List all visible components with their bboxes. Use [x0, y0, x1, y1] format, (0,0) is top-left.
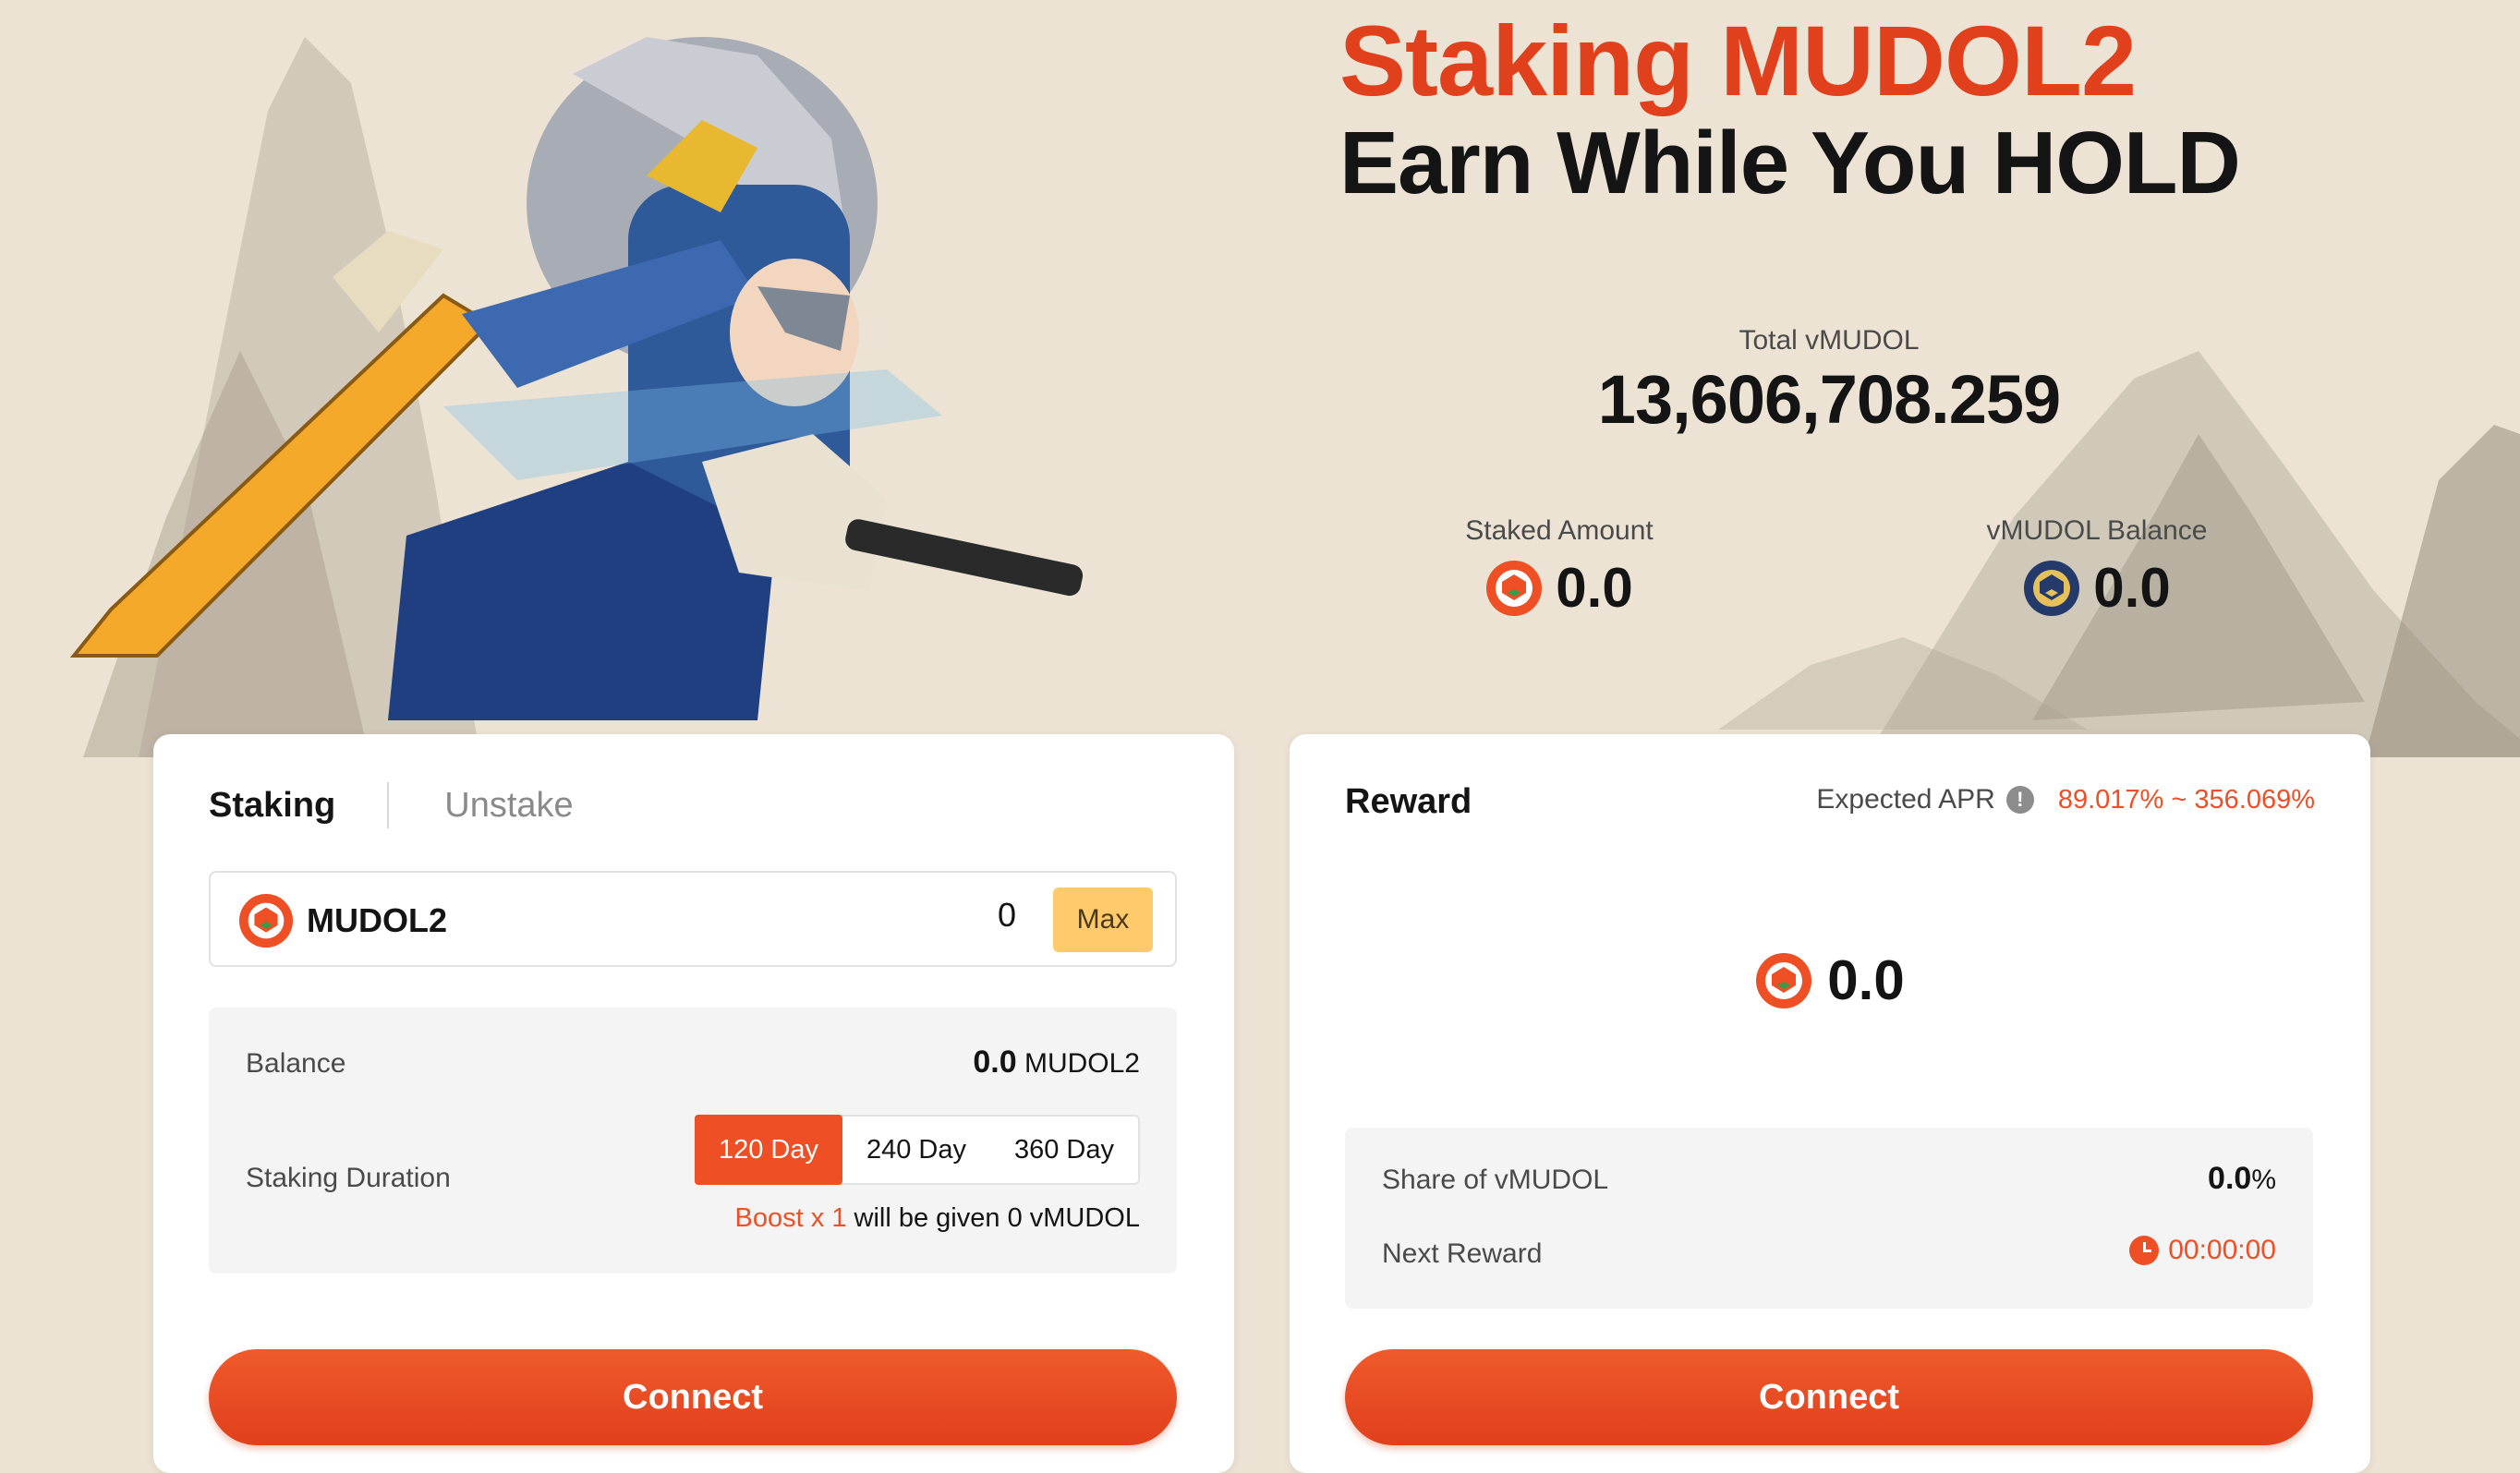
staking-tabs: Staking Unstake — [209, 782, 574, 828]
duration-option-120[interactable]: 120 Day — [695, 1115, 842, 1185]
reward-info-panel: Share of vMUDOL 0.0% Next Reward 00:00:0… — [1345, 1128, 2313, 1309]
max-button[interactable]: Max — [1053, 887, 1153, 952]
reward-amount: 0.0 — [1290, 948, 2370, 1012]
duration-option-360[interactable]: 360 Day — [990, 1117, 1138, 1183]
mudol-coin-icon — [1485, 560, 1543, 617]
duration-option-240[interactable]: 240 Day — [842, 1117, 990, 1183]
share-amount: 0.0 — [2208, 1161, 2252, 1196]
next-reward-value: 00:00:00 — [2129, 1235, 2276, 1266]
stake-amount-field: MUDOL2 Max — [209, 871, 1177, 967]
clock-icon — [2129, 1236, 2160, 1265]
total-vmudol: Total vMUDOL 13,606,708.259 — [1460, 325, 2199, 439]
warrior-character-artwork — [69, 37, 1084, 720]
staked-amount-label: Staked Amount — [1465, 515, 1654, 546]
staking-card: Staking Unstake MUDOL2 Max Balance 0.0 M… — [153, 734, 1234, 1473]
vmudol-coin-icon — [2023, 560, 2080, 617]
stake-amount-input[interactable] — [737, 895, 1018, 936]
staking-duration-label: Staking Duration — [246, 1163, 451, 1193]
reward-value: 0.0 — [1827, 949, 1905, 1011]
tab-staking[interactable]: Staking — [209, 786, 335, 826]
staked-amount-stat: Staked Amount 0.0 — [1365, 515, 1753, 620]
boost-note: Boost x 1 will be given 0 vMUDOL — [735, 1203, 1140, 1234]
share-value: 0.0% — [2208, 1161, 2276, 1197]
vmudol-balance-stat: vMUDOL Balance 0.0 — [1903, 515, 2291, 620]
expected-apr: Expected APR ! 89.017% ~ 356.069% — [1816, 784, 2315, 815]
share-unit: % — [2251, 1165, 2276, 1195]
title-line-earn: Earn While You HOLD — [1339, 113, 2241, 212]
next-reward-label: Next Reward — [1382, 1238, 1543, 1269]
reward-card: Reward Expected APR ! 89.017% ~ 356.069%… — [1290, 734, 2370, 1473]
boost-multiplier: Boost x 1 — [734, 1203, 847, 1233]
page-title: Staking MUDOL2 Earn While You HOLD — [1339, 5, 2241, 212]
share-label: Share of vMUDOL — [1382, 1165, 1609, 1195]
tab-unstake[interactable]: Unstake — [444, 786, 573, 826]
boost-text: will be given — [854, 1203, 1000, 1233]
staked-amount-value: 0.0 — [1556, 557, 1633, 619]
total-vmudol-value: 13,606,708.259 — [1597, 361, 2061, 438]
vmudol-balance-value: 0.0 — [2093, 557, 2171, 619]
boost-amount: 0 — [1007, 1203, 1023, 1233]
balance-unit: MUDOL2 — [1024, 1048, 1140, 1079]
balance-amount: 0.0 — [973, 1044, 1017, 1080]
total-vmudol-label: Total vMUDOL — [1739, 325, 1920, 356]
duration-selector: 120 Day 240 Day 360 Day — [695, 1115, 1140, 1185]
info-icon[interactable]: ! — [2005, 786, 2034, 814]
apr-label: Expected APR — [1816, 784, 1995, 815]
boost-unit: vMUDOL — [1029, 1203, 1140, 1233]
title-line-staking: Staking MUDOL2 — [1339, 5, 2137, 116]
mudol-coin-icon — [1755, 952, 1812, 1009]
token-name: MUDOL2 — [307, 901, 447, 939]
balance-value: 0.0 MUDOL2 — [973, 1044, 1140, 1081]
staking-connect-button[interactable]: Connect — [209, 1349, 1177, 1445]
balance-label: Balance — [246, 1048, 346, 1079]
staking-info-panel: Balance 0.0 MUDOL2 Staking Duration 120 … — [209, 1008, 1177, 1274]
next-reward-time: 00:00:00 — [2168, 1235, 2276, 1265]
apr-value: 89.017% ~ 356.069% — [2057, 784, 2315, 815]
tab-divider — [387, 782, 390, 828]
reward-connect-button[interactable]: Connect — [1345, 1349, 2313, 1445]
vmudol-balance-label: vMUDOL Balance — [1986, 515, 2208, 546]
reward-title: Reward — [1345, 782, 1472, 821]
token-selector: MUDOL2 — [238, 893, 447, 948]
mudol-coin-icon — [238, 893, 294, 948]
